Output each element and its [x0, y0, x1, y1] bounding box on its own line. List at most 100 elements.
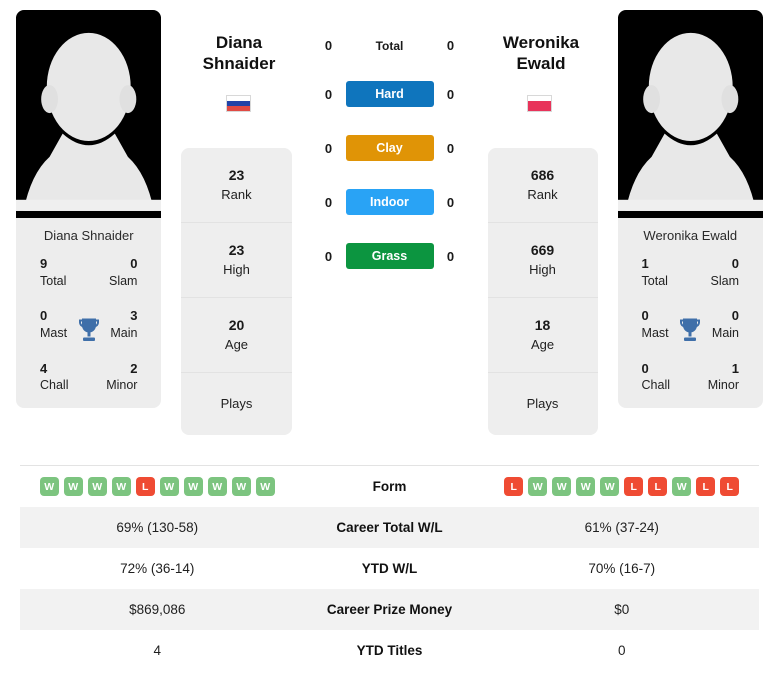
titles-minor-left: 2 Minor — [106, 360, 138, 393]
player-right-name-label: Weronika Ewald — [643, 228, 738, 243]
h2h-row-hard: 0 Hard 0 — [312, 81, 468, 107]
form-badge-win: W — [600, 477, 620, 496]
player-left-first-name: Diana — [215, 33, 263, 52]
h2h-row-clay: 0 Clay 0 — [312, 135, 468, 161]
titles-slam-left: 0 Slam — [108, 256, 138, 288]
h2h-left-score-grass: 0 — [324, 248, 333, 264]
row-label-ytd-wl: YTD W/L — [361, 561, 418, 576]
ytd-wl-left: 72% (36-14) — [120, 561, 195, 576]
row-label-ytd-titles: YTD Titles — [356, 643, 423, 658]
comparison-area: Diana Shnaider 9 Total 0 Slam 0 Mast 3 M… — [0, 0, 779, 465]
head-to-head-column: 0 Total 0 0 Hard 0 0 Clay 0 0 Indoor 0 0 — [312, 10, 468, 297]
player-comparison-page: Diana Shnaider Weronika Ewald Diana Shna… — [0, 0, 779, 671]
titles-minor-right: 1 Minor — [707, 360, 739, 393]
russia-flag-icon — [226, 95, 251, 112]
career-prize-money-right: $0 — [614, 602, 630, 617]
h2h-row-total: 0 Total 0 — [312, 38, 468, 53]
form-badge-win: W — [39, 477, 59, 496]
surface-pill-hard[interactable]: Hard — [345, 81, 434, 107]
player-right-rank-card: 686 Rank 669 High 18 Age Plays — [487, 148, 598, 435]
career-total-wl-left: 69% (130-58) — [116, 520, 199, 535]
poland-flag-icon — [527, 95, 552, 112]
player-left-titles-grid: 9 Total 0 Slam 0 Mast 3 Main 4 Chall 2 M… — [16, 255, 161, 408]
rank-row-right: 686 Rank — [487, 148, 598, 223]
form-badge-win: W — [63, 477, 83, 496]
surface-pill-indoor[interactable]: Indoor — [345, 189, 434, 215]
career-total-wl-right: 61% (37-24) — [584, 520, 659, 535]
avatar-placeholder-icon — [16, 17, 162, 211]
form-badge-loss: L — [696, 477, 716, 496]
h2h-row-grass: 0 Grass 0 — [312, 243, 468, 269]
form-badge-loss: L — [135, 477, 155, 496]
age-row-left: 20 Age — [181, 298, 292, 373]
titles-slam-right: 0 Slam — [710, 256, 739, 288]
form-badge-win: W — [576, 477, 596, 496]
player-left-name-heading: Diana Shnaider — [179, 32, 299, 75]
avatar-placeholder-icon — [617, 17, 763, 211]
player-right-last-name: Ewald — [516, 54, 566, 74]
form-badge-win: W — [231, 477, 251, 496]
player-right-first-name: Weronika — [502, 33, 580, 52]
h2h-right-score-total: 0 — [446, 38, 455, 53]
form-left-cell: WWWWLWWWWW — [20, 477, 295, 496]
h2h-right-score-grass: 0 — [446, 248, 455, 264]
form-badge-win: W — [207, 477, 227, 496]
surface-pill-grass[interactable]: Grass — [345, 243, 434, 269]
form-badge-loss: L — [504, 477, 524, 496]
form-badge-win: W — [552, 477, 572, 496]
table-row-ytd-wl: 72% (36-14) YTD W/L 70% (16-7) — [20, 548, 759, 589]
player-left-card[interactable]: Diana Shnaider 9 Total 0 Slam 0 Mast 3 M… — [16, 10, 162, 409]
titles-total-left: 9 Total — [40, 256, 67, 288]
row-label-form: Form — [372, 479, 407, 494]
high-row-right: 669 High — [487, 223, 598, 298]
titles-chall-right: 0 Chall — [641, 360, 671, 393]
form-badge-win: W — [528, 477, 548, 496]
table-row-ytd-titles: 4 YTD Titles 0 — [20, 630, 759, 671]
h2h-left-score-hard: 0 — [324, 86, 333, 102]
table-row-form: WWWWLWWWWW Form LWWWWLLWLL — [20, 466, 759, 507]
h2h-row-indoor: 0 Indoor 0 — [312, 189, 468, 215]
player-left-avatar — [16, 10, 162, 218]
titles-total-right: 1 Total — [641, 256, 668, 288]
plays-row-left: Plays — [220, 395, 253, 411]
form-badge-win: W — [159, 477, 179, 496]
player-right-card[interactable]: Weronika Ewald 1 Total 0 Slam 0 Mast 0 M… — [617, 10, 763, 409]
rank-row-left: 23 Rank — [181, 148, 292, 223]
table-row-career-prize-money: $869,086 Career Prize Money $0 — [20, 589, 759, 630]
h2h-right-score-indoor: 0 — [446, 194, 455, 210]
h2h-label-total: Total — [375, 38, 404, 53]
form-badge-loss: L — [624, 477, 644, 496]
form-badge-loss: L — [720, 477, 740, 496]
row-label-career-prize-money: Career Prize Money — [326, 602, 453, 617]
player-right-name-heading: Weronika Ewald — [481, 32, 601, 75]
form-badge-win: W — [672, 477, 692, 496]
h2h-left-score-clay: 0 — [324, 140, 333, 156]
form-badge-win: W — [111, 477, 131, 496]
h2h-right-score-hard: 0 — [446, 86, 455, 102]
player-left-last-name: Shnaider — [202, 54, 276, 74]
h2h-right-score-clay: 0 — [446, 140, 455, 156]
surface-pill-clay[interactable]: Clay — [345, 135, 434, 161]
player-left-rank-card: 23 Rank 23 High 20 Age Plays — [181, 148, 292, 435]
age-row-right: 18 Age — [487, 298, 598, 373]
trophy-icon — [77, 316, 101, 347]
ytd-titles-left: 4 — [153, 643, 161, 658]
ytd-titles-right: 0 — [617, 643, 626, 658]
player-right-titles-grid: 1 Total 0 Slam 0 Mast 0 Main 0 Chall 1 M… — [618, 255, 763, 408]
h2h-left-score-indoor: 0 — [324, 194, 333, 210]
plays-row-right: Plays — [526, 395, 559, 411]
ytd-wl-right: 70% (16-7) — [588, 561, 656, 576]
high-row-left: 23 High — [181, 223, 292, 298]
stats-comparison-table: WWWWLWWWWW Form LWWWWLLWLL 69% (130-58) … — [0, 466, 779, 671]
form-badges-right: LWWWWLLWLL — [485, 477, 760, 496]
form-badge-win: W — [255, 477, 275, 496]
form-right-cell: LWWWWLLWLL — [485, 477, 760, 496]
form-badges-left: WWWWLWWWWW — [20, 477, 295, 496]
player-right-avatar — [617, 10, 763, 218]
career-prize-money-left: $869,086 — [129, 602, 186, 617]
table-row-career-total-wl: 69% (130-58) Career Total W/L 61% (37-24… — [20, 507, 759, 548]
form-badge-win: W — [183, 477, 203, 496]
titles-chall-left: 4 Chall — [40, 360, 69, 393]
h2h-left-score-total: 0 — [324, 38, 333, 53]
form-badge-win: W — [87, 477, 107, 496]
